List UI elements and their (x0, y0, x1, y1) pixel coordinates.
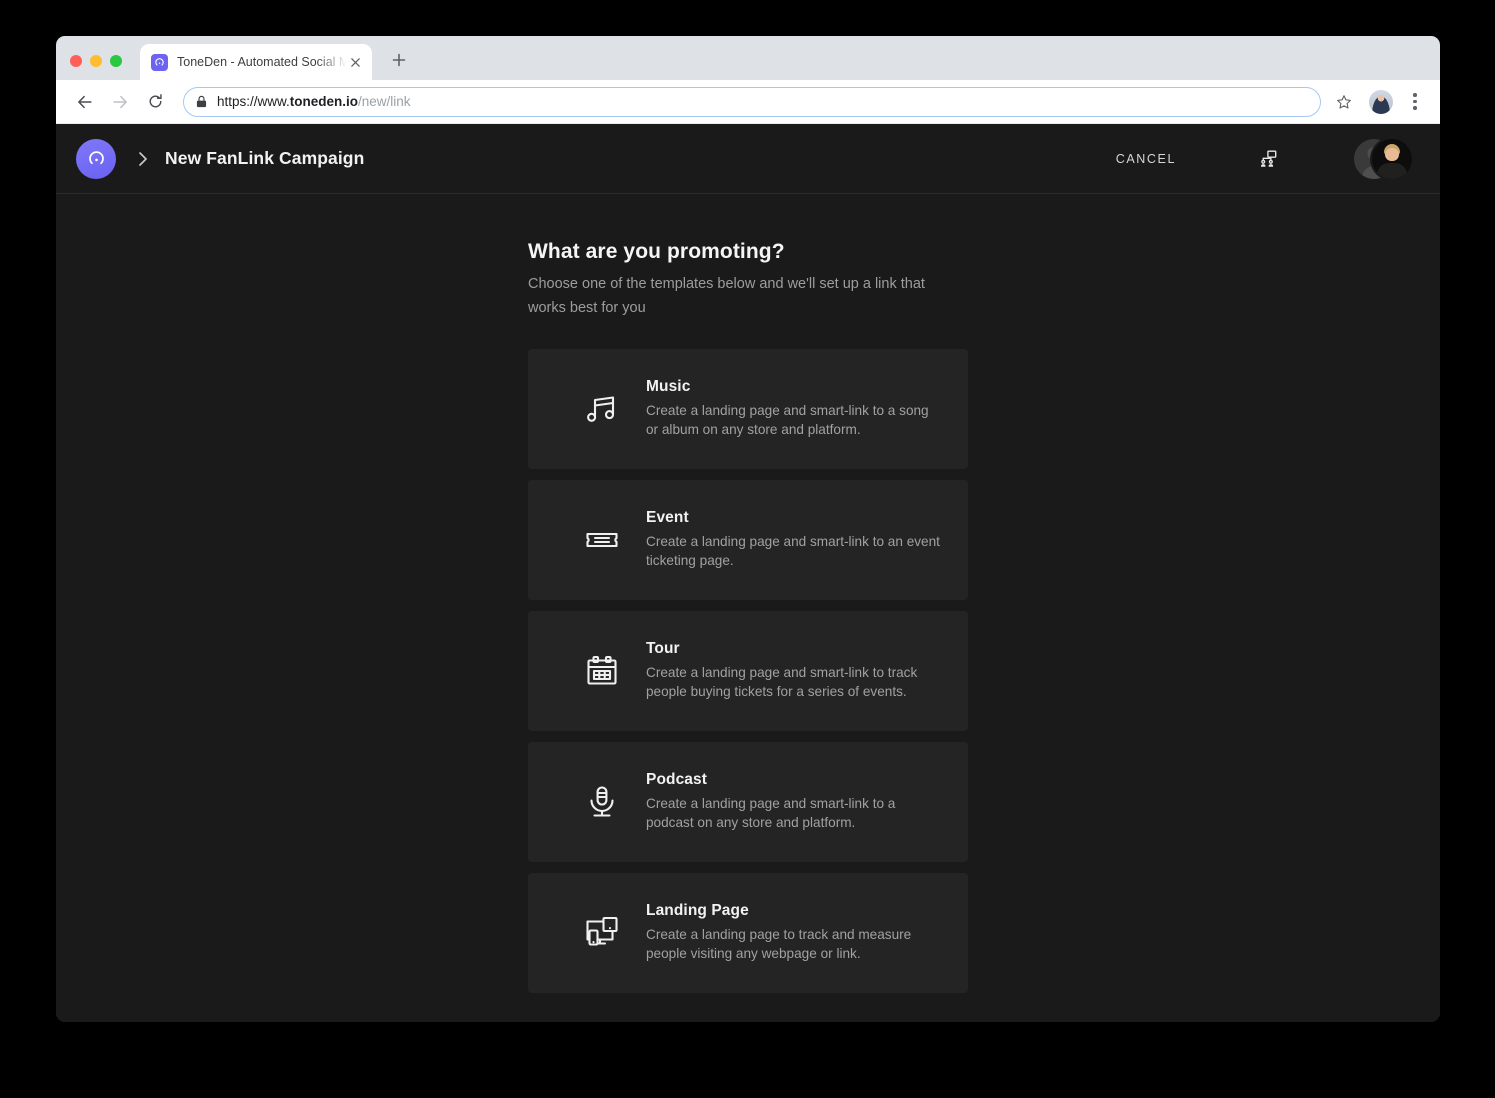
template-card-event[interactable]: Event Create a landing page and smart-li… (528, 479, 968, 600)
app-container: New FanLink Campaign CANCEL What are you… (56, 124, 1440, 1022)
ticket-icon (580, 522, 624, 558)
kebab-menu-icon[interactable] (1402, 88, 1428, 116)
calendar-icon (580, 653, 624, 689)
template-title: Music (646, 378, 691, 396)
app-header: New FanLink Campaign CANCEL (56, 124, 1440, 194)
template-description: Create a landing page and smart-link to … (646, 403, 929, 438)
lock-icon (196, 95, 207, 108)
user-photo-avatar[interactable] (1372, 138, 1412, 179)
address-bar-url: https://www.toneden.io/new/link (217, 94, 411, 109)
browser-tab-title: ToneDen - Automated Social M (177, 55, 347, 69)
plus-icon[interactable] (386, 47, 412, 73)
close-window-button[interactable] (70, 55, 82, 67)
window-traffic-lights (70, 55, 122, 67)
template-card-podcast[interactable]: Podcast Create a landing page and smart-… (528, 741, 968, 862)
template-title: Event (646, 509, 689, 527)
page-title: New FanLink Campaign (165, 148, 365, 168)
template-description: Create a landing page and smart-link to … (646, 796, 896, 831)
browser-tab[interactable]: ToneDen - Automated Social M (140, 44, 372, 80)
maximize-window-button[interactable] (110, 55, 122, 67)
toneden-logo-icon (151, 53, 168, 71)
cancel-button[interactable]: CANCEL (1112, 144, 1180, 174)
template-description: Create a landing page to track and measu… (646, 927, 912, 962)
template-card-music[interactable]: Music Create a landing page and smart-li… (528, 348, 968, 469)
app-header-actions: CANCEL (1112, 138, 1412, 179)
music-note-icon (580, 391, 624, 427)
section-subheading: Choose one of the templates below and we… (528, 276, 925, 316)
toneden-logo-icon[interactable] (76, 138, 116, 179)
browser-tab-strip: ToneDen - Automated Social M (56, 36, 1440, 80)
devices-monitor-icon (580, 915, 624, 951)
template-description: Create a landing page and smart-link to … (646, 665, 918, 700)
reload-icon[interactable] (140, 87, 170, 117)
team-org-chart-icon[interactable] (1252, 144, 1282, 174)
browser-window: ToneDen - Automated Social M https://www… (56, 36, 1440, 1022)
template-list: Music Create a landing page and smart-li… (528, 348, 968, 993)
template-card-landing-page[interactable]: Landing Page Create a landing page to tr… (528, 872, 968, 993)
microphone-icon (580, 784, 624, 820)
user-avatars[interactable] (1354, 138, 1412, 179)
browser-profile-avatar[interactable] (1369, 89, 1393, 114)
main-content: What are you promoting? Choose one of th… (56, 194, 1440, 993)
arrow-back-icon[interactable] (70, 87, 100, 117)
template-title: Tour (646, 640, 680, 658)
minimize-window-button[interactable] (90, 55, 102, 67)
browser-toolbar: https://www.toneden.io/new/link (56, 80, 1440, 124)
template-card-tour[interactable]: Tour Create a landing page and smart-lin… (528, 610, 968, 731)
template-title: Landing Page (646, 902, 749, 920)
section-heading: What are you promoting? (528, 240, 785, 263)
close-icon[interactable] (347, 54, 364, 71)
chevron-right-icon (138, 151, 148, 167)
template-description: Create a landing page and smart-link to … (646, 534, 940, 569)
template-title: Podcast (646, 771, 707, 789)
star-icon[interactable] (1330, 88, 1358, 116)
arrow-forward-icon[interactable] (105, 87, 135, 117)
address-bar[interactable]: https://www.toneden.io/new/link (183, 86, 1321, 117)
